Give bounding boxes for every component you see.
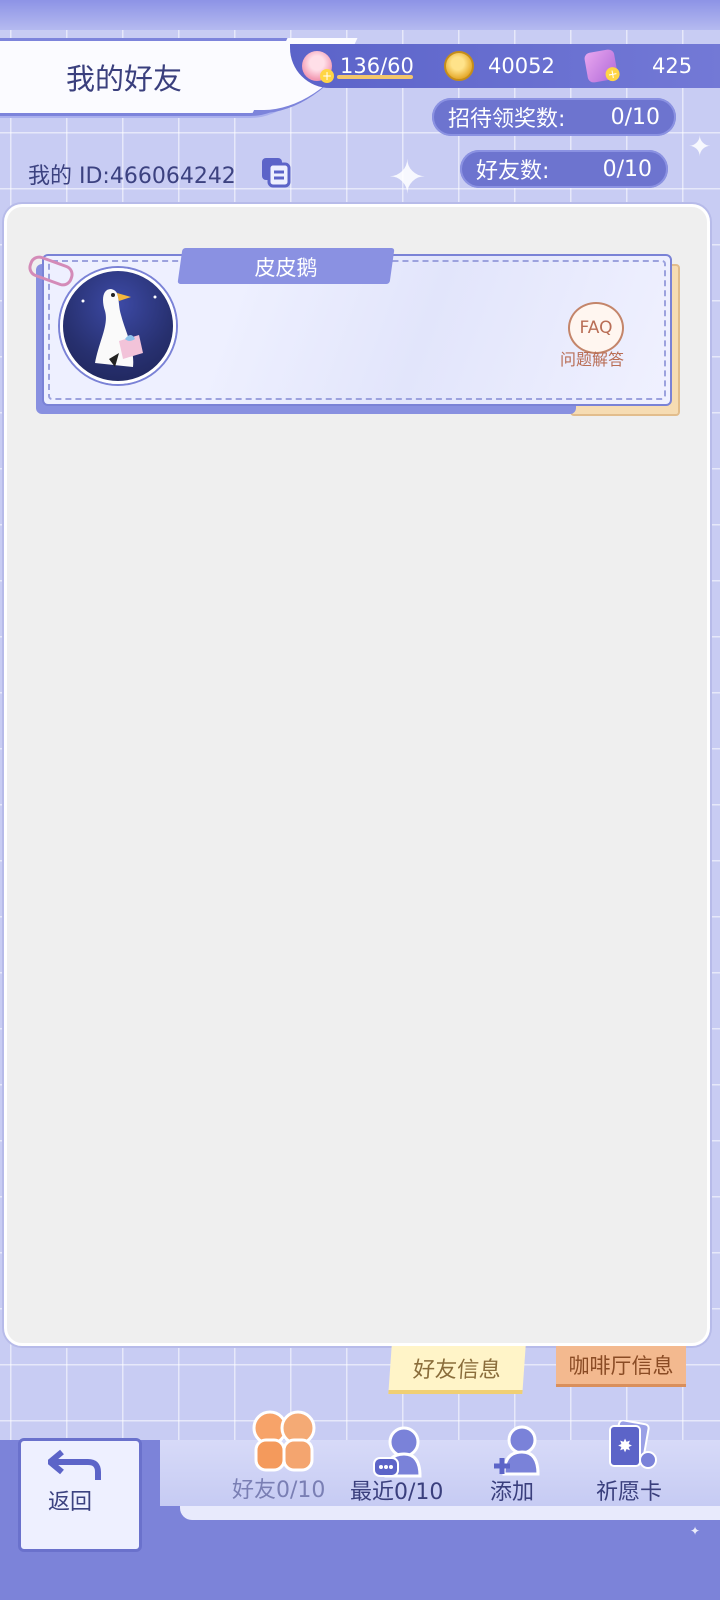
stamina-bar xyxy=(337,75,413,79)
sparkle-icon: ✦ xyxy=(688,130,712,163)
page-title: 我的好友 xyxy=(66,62,183,96)
coin-icon xyxy=(444,51,474,81)
plus-icon: + xyxy=(320,69,334,83)
wish-card-icon[interactable]: ✸ xyxy=(604,1420,660,1472)
back-label: 返回 xyxy=(48,1490,93,1515)
coin-value: 40052 xyxy=(488,54,555,78)
faq-label[interactable]: 问题解答 xyxy=(560,346,624,370)
reception-rewards-value: 0/10 xyxy=(610,104,660,130)
friends-count-value: 0/10 xyxy=(602,156,652,182)
friends-count-label: 好友数: xyxy=(476,159,550,184)
sparkle-icon: ✦ xyxy=(388,150,427,204)
avatar[interactable] xyxy=(60,268,176,384)
goose-icon xyxy=(81,289,157,367)
reception-rewards-label: 招待领奖数: xyxy=(448,107,566,132)
tab-friend-info[interactable]: 好友信息 xyxy=(388,1346,526,1394)
friends-nav-icon[interactable] xyxy=(244,1408,324,1474)
recent-nav-icon[interactable] xyxy=(372,1424,428,1480)
friends-nav-label[interactable]: 好友0/10 xyxy=(232,1472,325,1504)
swan-gem-icon: + xyxy=(583,48,621,84)
sparkle-icon: ✦ xyxy=(690,1524,701,1538)
recent-nav-label[interactable]: 最近0/10 xyxy=(350,1474,443,1506)
tab-cafe-info[interactable]: 咖啡厅信息 xyxy=(556,1346,686,1387)
gem-resource[interactable]: + 425 xyxy=(583,48,693,84)
tab-friend-info-label: 好友信息 xyxy=(412,1358,502,1383)
cake-icon: + xyxy=(302,51,334,83)
friend-name: 皮皮鹅 xyxy=(254,256,318,280)
friends-count-pill: 好友数: 0/10 xyxy=(460,150,668,188)
add-friend-icon[interactable] xyxy=(494,1424,544,1478)
top-band xyxy=(0,0,720,30)
back-arrow-icon xyxy=(48,1449,101,1480)
coin-resource[interactable]: 40052 xyxy=(444,48,555,84)
tab-cafe-info-label: 咖啡厅信息 xyxy=(568,1354,674,1378)
copy-icon[interactable] xyxy=(260,156,292,188)
my-id: 我的 ID:466064242 xyxy=(28,164,236,189)
gem-value: 425 xyxy=(652,54,693,78)
add-nav-label[interactable]: 添加 xyxy=(490,1474,534,1506)
svg-text:✸: ✸ xyxy=(617,1436,632,1457)
wish-card-nav-label[interactable]: 祈愿卡 xyxy=(596,1474,662,1506)
reception-rewards-pill: 招待领奖数: 0/10 xyxy=(432,98,676,136)
bottom-strip xyxy=(180,1506,720,1520)
plus-icon: + xyxy=(604,66,621,83)
